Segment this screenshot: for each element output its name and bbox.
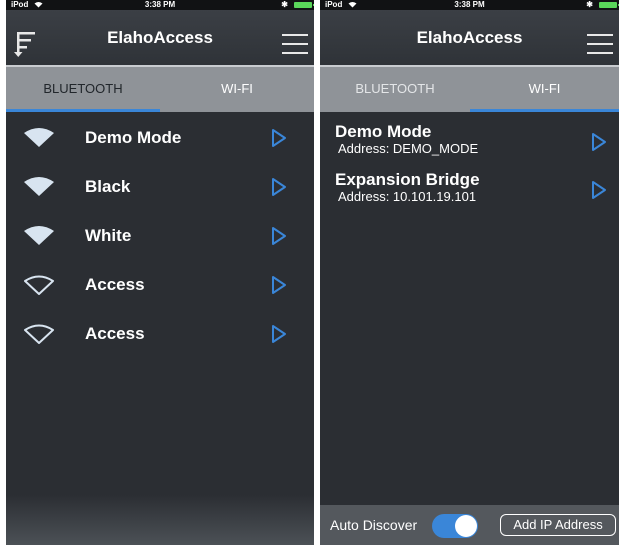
- bluetooth-device-row[interactable]: Black: [6, 162, 314, 211]
- auto-discover-toggle[interactable]: [432, 514, 478, 538]
- footer-bar: Auto Discover Add IP Address: [320, 505, 619, 545]
- auto-discover-label: Auto Discover: [330, 517, 418, 533]
- tab-wifi-label: WI-FI: [221, 81, 253, 96]
- wifi-signal-weak-icon: [24, 324, 54, 344]
- battery-icon: [294, 2, 314, 8]
- battery-icon: [599, 2, 619, 8]
- device-name: Demo Mode: [85, 128, 182, 147]
- wifi-signal-weak-icon: [24, 275, 54, 295]
- tab-bar: BLUETOOTH WI-FI: [6, 67, 314, 112]
- status-bar: iPod 3:38 PM ✱: [320, 0, 619, 10]
- bluetooth-screen: iPod 3:38 PM ✱ ElahoAccess BLUETOOTH WI-…: [6, 0, 314, 545]
- status-time: 3:38 PM: [144, 0, 176, 9]
- tab-active-indicator: [6, 109, 160, 112]
- wifi-device-row[interactable]: Expansion Bridge Address: 10.101.19.101: [320, 170, 619, 218]
- chevron-right-icon[interactable]: [270, 324, 288, 344]
- device-address: Address: 10.101.19.101: [338, 189, 477, 204]
- chevron-right-icon[interactable]: [270, 128, 288, 148]
- device-name: Demo Mode: [335, 122, 432, 141]
- device-name: Black: [85, 177, 131, 196]
- tab-bluetooth[interactable]: BLUETOOTH: [320, 67, 470, 112]
- device-name: Expansion Bridge: [335, 170, 480, 189]
- toggle-knob: [455, 515, 477, 537]
- status-bar: iPod 3:38 PM ✱: [6, 0, 314, 10]
- device-name: Access: [85, 275, 145, 294]
- tab-wifi[interactable]: WI-FI: [160, 67, 314, 112]
- tab-bluetooth-label: BLUETOOTH: [355, 81, 435, 96]
- tab-bluetooth[interactable]: BLUETOOTH: [6, 67, 160, 112]
- wifi-signal-strong-icon: [24, 177, 54, 196]
- tab-bar: BLUETOOTH WI-FI: [320, 67, 619, 112]
- menu-icon[interactable]: [282, 34, 308, 54]
- device-name: White: [85, 226, 132, 245]
- wifi-signal-strong-icon: [24, 128, 54, 147]
- bluetooth-device-row[interactable]: Demo Mode: [6, 113, 314, 162]
- chevron-right-icon[interactable]: [590, 180, 608, 200]
- bluetooth-device-row[interactable]: Access: [6, 309, 314, 358]
- chevron-right-icon[interactable]: [270, 226, 288, 246]
- nav-bar: ElahoAccess: [6, 10, 314, 65]
- app-title: ElahoAccess: [107, 28, 213, 47]
- nav-bar: ElahoAccess: [320, 10, 619, 65]
- bluetooth-status-icon: ✱: [281, 0, 288, 9]
- status-time: 3:38 PM: [454, 0, 485, 9]
- device-name: Access: [85, 324, 145, 343]
- bluetooth-device-row[interactable]: Access: [6, 260, 314, 309]
- app-title: ElahoAccess: [416, 28, 523, 47]
- bluetooth-status-icon: ✱: [586, 0, 593, 9]
- wifi-signal-strong-icon: [24, 226, 54, 245]
- bluetooth-device-row[interactable]: White: [6, 211, 314, 260]
- tab-wifi[interactable]: WI-FI: [470, 67, 619, 112]
- tab-bluetooth-label: BLUETOOTH: [43, 81, 123, 96]
- wifi-screen: iPod 3:38 PM ✱ ElahoAccess BLUETOOTH WI-…: [320, 0, 619, 545]
- device-address: Address: DEMO_MODE: [338, 141, 479, 156]
- chevron-right-icon[interactable]: [590, 132, 608, 152]
- tab-active-indicator: [470, 109, 619, 112]
- menu-icon[interactable]: [587, 34, 613, 54]
- chevron-right-icon[interactable]: [270, 275, 288, 295]
- wifi-device-row[interactable]: Demo Mode Address: DEMO_MODE: [320, 122, 619, 170]
- tab-wifi-label: WI-FI: [528, 81, 561, 96]
- chevron-right-icon[interactable]: [270, 177, 288, 197]
- bottom-gradient: [6, 495, 314, 545]
- add-ip-address-button[interactable]: Add IP Address: [500, 514, 616, 536]
